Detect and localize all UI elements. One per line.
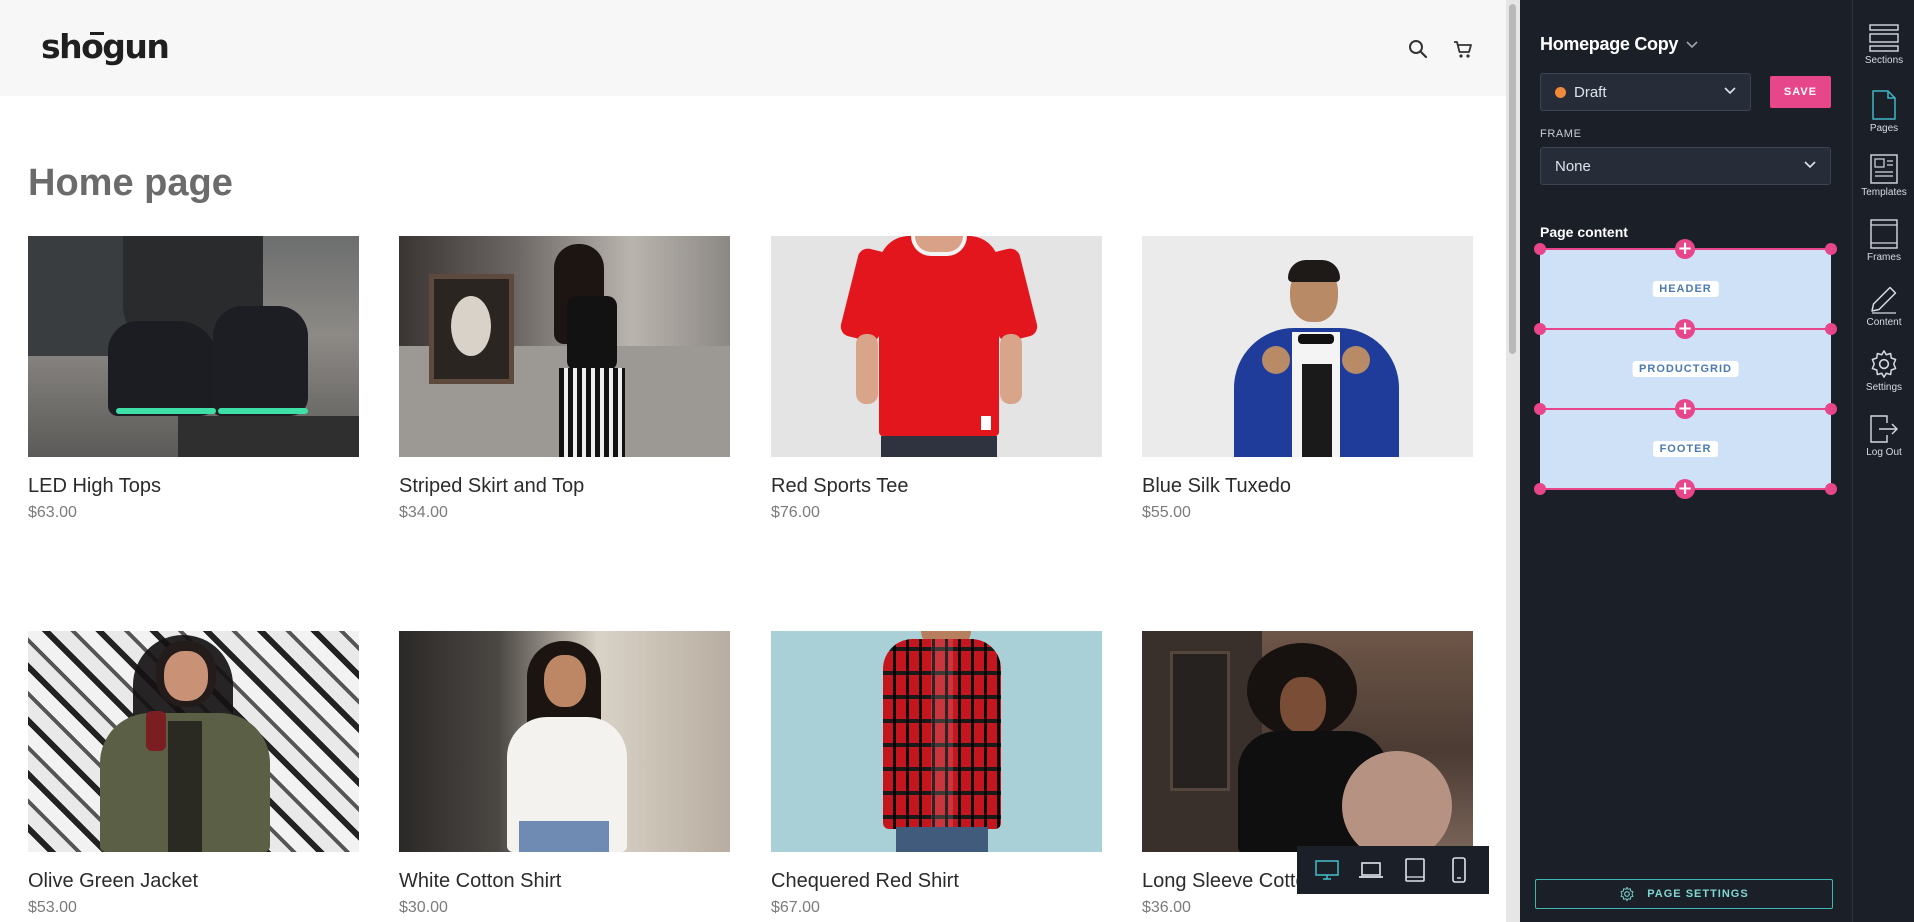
section-footer[interactable]: FOOTER: [1652, 441, 1719, 457]
store-header: shogun: [0, 0, 1506, 96]
rail-label: Sections: [1864, 55, 1904, 66]
page-settings-label: PAGE SETTINGS: [1647, 888, 1749, 900]
templates-icon: [1870, 154, 1898, 184]
pencil-icon: [1871, 286, 1897, 314]
gear-icon: [1620, 886, 1634, 902]
product-price: $34.00: [399, 504, 448, 521]
add-section-icon[interactable]: +: [1675, 239, 1695, 259]
store-preview: shogun Home page LED High Tops $63.00 St…: [0, 0, 1506, 922]
product-name[interactable]: Olive Green Jacket: [28, 868, 359, 894]
rail-item-templates[interactable]: Templates: [1853, 154, 1914, 214]
device-preview-bar: [1297, 846, 1489, 894]
rail-label: Log Out: [1866, 447, 1902, 458]
rail-label: Frames: [1867, 252, 1901, 263]
page-name-dropdown[interactable]: Homepage Copy: [1540, 34, 1698, 55]
product-card[interactable]: Blue Silk Tuxedo $55.00: [1142, 236, 1473, 523]
rail-label: Templates: [1861, 187, 1907, 198]
page-settings-button[interactable]: PAGE SETTINGS: [1535, 879, 1833, 909]
chevron-down-icon: [1804, 161, 1816, 169]
resize-handle[interactable]: [1534, 483, 1546, 495]
add-section-icon[interactable]: +: [1675, 399, 1695, 419]
product-image[interactable]: [399, 631, 730, 852]
chevron-down-icon: [1686, 40, 1698, 48]
page-sections-outline: + + + + HEADER PRODUCTGRID FOOTER: [1534, 239, 1837, 499]
tablet-icon[interactable]: [1398, 853, 1432, 887]
product-image[interactable]: [771, 236, 1102, 457]
resize-handle[interactable]: [1825, 483, 1837, 495]
desktop-icon[interactable]: [1310, 853, 1344, 887]
mobile-icon[interactable]: [1442, 853, 1476, 887]
product-image[interactable]: [399, 236, 730, 457]
chevron-down-icon: [1724, 87, 1736, 95]
product-price: $53.00: [28, 899, 77, 916]
product-name[interactable]: Red Sports Tee: [771, 473, 1102, 499]
resize-handle[interactable]: [1825, 243, 1837, 255]
resize-handle[interactable]: [1534, 243, 1546, 255]
status-dot: [1555, 86, 1566, 98]
add-section-icon[interactable]: +: [1675, 319, 1695, 339]
product-image[interactable]: [28, 631, 359, 852]
product-card[interactable]: White Cotton Shirt $30.00: [399, 631, 730, 918]
product-price: $55.00: [1142, 504, 1191, 521]
product-name[interactable]: Striped Skirt and Top: [399, 473, 730, 499]
product-card[interactable]: LED High Tops $63.00: [28, 236, 359, 523]
sections-icon: [1869, 24, 1899, 52]
frame-label: FRAME: [1540, 128, 1582, 140]
frame-value: None: [1555, 157, 1591, 175]
product-name[interactable]: Blue Silk Tuxedo: [1142, 473, 1473, 499]
frame-select[interactable]: None: [1540, 147, 1831, 185]
product-card[interactable]: Chequered Red Shirt $67.00: [771, 631, 1102, 918]
resize-handle[interactable]: [1825, 323, 1837, 335]
rail-item-logout[interactable]: Log Out: [1853, 414, 1914, 474]
save-button[interactable]: SAVE: [1770, 76, 1831, 108]
rail-label: Settings: [1865, 382, 1903, 393]
product-price: $76.00: [771, 504, 820, 521]
laptop-icon[interactable]: [1354, 853, 1388, 887]
product-price: $30.00: [399, 899, 448, 916]
page-title: Home page: [28, 162, 233, 204]
rail-item-frames[interactable]: Frames: [1853, 219, 1914, 279]
rail-item-sections[interactable]: Sections: [1853, 24, 1914, 84]
status-select[interactable]: Draft: [1540, 73, 1751, 111]
gear-icon: [1871, 350, 1897, 378]
product-card[interactable]: Red Sports Tee $76.00: [771, 236, 1102, 523]
scroll-thumb[interactable]: [1509, 4, 1516, 354]
rail-item-content[interactable]: Content: [1853, 284, 1914, 344]
section-productgrid[interactable]: PRODUCTGRID: [1632, 361, 1739, 377]
page-content-label: Page content: [1540, 224, 1628, 240]
store-logo[interactable]: shogun: [41, 26, 170, 68]
product-image[interactable]: [28, 236, 359, 457]
frames-icon: [1870, 219, 1898, 249]
resize-handle[interactable]: [1825, 403, 1837, 415]
rail-item-settings[interactable]: Settings: [1853, 349, 1914, 409]
resize-handle[interactable]: [1534, 323, 1546, 335]
cart-icon[interactable]: [1452, 38, 1474, 60]
rail-label: Content: [1866, 317, 1902, 328]
search-icon[interactable]: [1407, 38, 1429, 60]
page-name-label: Homepage Copy: [1540, 34, 1679, 54]
product-image[interactable]: [1142, 631, 1473, 852]
section-header[interactable]: HEADER: [1652, 281, 1719, 297]
logout-icon: [1870, 415, 1898, 443]
product-name[interactable]: White Cotton Shirt: [399, 868, 730, 894]
product-image[interactable]: [1142, 236, 1473, 457]
resize-handle[interactable]: [1534, 403, 1546, 415]
product-image[interactable]: [771, 631, 1102, 852]
product-price: $36.00: [1142, 899, 1191, 916]
status-value: Draft: [1574, 83, 1607, 101]
product-card[interactable]: Olive Green Jacket $53.00: [28, 631, 359, 918]
rail-item-pages[interactable]: Pages: [1853, 90, 1914, 150]
app-root: shogun Home page LED High Tops $63.00 St…: [0, 0, 1914, 922]
rail-label: Pages: [1869, 123, 1899, 134]
product-card[interactable]: Striped Skirt and Top $34.00: [399, 236, 730, 523]
product-name[interactable]: Chequered Red Shirt: [771, 868, 1102, 894]
add-section-icon[interactable]: +: [1675, 479, 1695, 499]
product-name[interactable]: LED High Tops: [28, 473, 359, 499]
editor-panel: Homepage Copy Draft SAVE FRAME None Page…: [1520, 0, 1852, 922]
icon-rail: Sections Pages Templates Frames Content …: [1852, 0, 1914, 922]
preview-scrollbar[interactable]: [1506, 0, 1520, 922]
product-price: $63.00: [28, 504, 77, 521]
product-price: $67.00: [771, 899, 820, 916]
page-icon: [1872, 90, 1896, 120]
